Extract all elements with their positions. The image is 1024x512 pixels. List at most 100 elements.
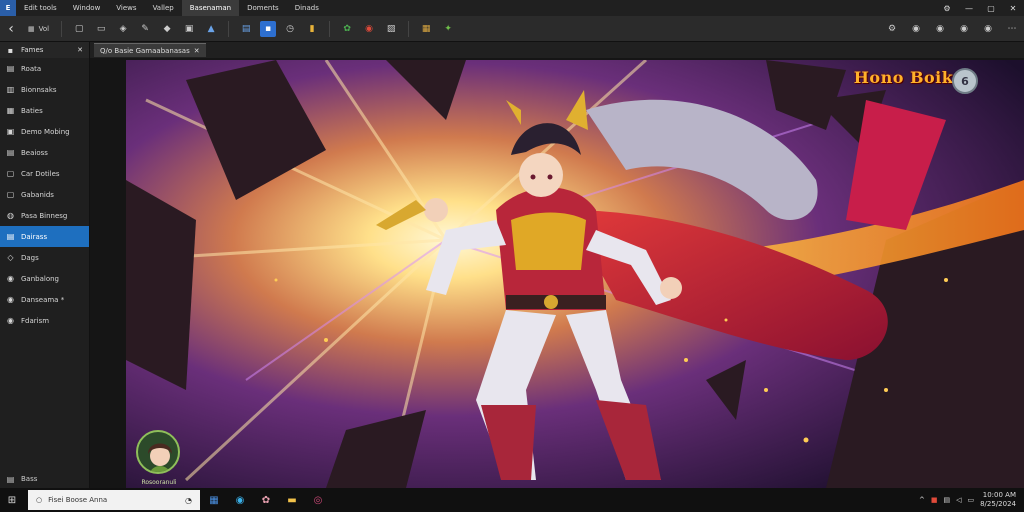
sidebar-item-label: Roata bbox=[21, 64, 42, 73]
sync-icon[interactable]: ◉ bbox=[930, 21, 950, 37]
sidebar-item-bionnsaks[interactable]: ▥ Bionnsaks bbox=[0, 79, 89, 100]
account-icon[interactable]: ◉ bbox=[978, 21, 998, 37]
frame-icon[interactable]: ▭ bbox=[93, 21, 109, 37]
plugin-icon[interactable]: ✦ bbox=[440, 21, 456, 37]
toolbar-divider bbox=[61, 20, 63, 37]
document-area: Q/o Basie Gamaabanasas ✕ Hono Boike 6 Ro… bbox=[90, 42, 1024, 488]
settings-icon[interactable]: ⚙ bbox=[882, 21, 902, 37]
media-icon: ▣ bbox=[6, 127, 15, 136]
select-rect-icon[interactable]: ▢ bbox=[71, 21, 87, 37]
sidebar-item-label: Pasa Binnesg bbox=[21, 211, 68, 220]
image-icon[interactable]: ▨ bbox=[383, 21, 399, 37]
layers-icon[interactable]: ▣ bbox=[181, 21, 197, 37]
close-icon[interactable]: ✕ bbox=[77, 46, 83, 54]
address-field[interactable]: ▦ Vol bbox=[22, 20, 55, 38]
menu-window[interactable]: Window bbox=[65, 0, 109, 16]
sidebar-item-roata[interactable]: ▤ Roata bbox=[0, 58, 89, 79]
windows-start-icon[interactable]: ⊞ bbox=[0, 488, 24, 512]
palette-icon[interactable]: ✿ bbox=[339, 21, 355, 37]
sidebar-item-ganbalong[interactable]: ◉ Ganbalong bbox=[0, 268, 89, 289]
grid-icon: ▦ bbox=[28, 24, 35, 33]
game-logo-text: Hono Boike bbox=[853, 68, 964, 87]
document-icon[interactable]: ▤ bbox=[238, 21, 254, 37]
lasso-icon[interactable]: ◈ bbox=[115, 21, 131, 37]
user-icon[interactable]: ◉ bbox=[906, 21, 926, 37]
image-canvas[interactable]: Hono Boike 6 Rosooranuli bbox=[126, 60, 1024, 488]
eraser-icon[interactable]: ◆ bbox=[159, 21, 175, 37]
sidebar-item-baties[interactable]: ▦ Baties bbox=[0, 100, 89, 121]
menu-vallep[interactable]: Vallep bbox=[145, 0, 182, 16]
sidebar: ▪ Fames ✕ ▤ Roata ▥ Bionnsaks ▦ Baties ▣ Demo M… bbox=[0, 42, 90, 488]
address-text: Vol bbox=[38, 24, 50, 33]
sidebar-item-dairass[interactable]: ▤ Dairass bbox=[0, 226, 89, 247]
app-logo-icon[interactable]: E bbox=[0, 0, 16, 16]
network-icon[interactable]: ▤ bbox=[943, 496, 950, 504]
globe-icon: ◉ bbox=[7, 274, 14, 283]
sidebar-item-car-dotiles[interactable]: ▢ Car Dotiles bbox=[0, 163, 89, 184]
settings-icon[interactable]: ⚙ bbox=[936, 0, 958, 16]
taskbar-search[interactable]: ○ Fisei Boose Anna ◔ bbox=[28, 490, 200, 510]
file-icon: ▢ bbox=[6, 190, 15, 199]
search-placeholder: Fisei Boose Anna bbox=[48, 496, 108, 504]
app-icon[interactable]: ◎ bbox=[306, 488, 330, 512]
panel-icon: ▪ bbox=[7, 45, 14, 55]
chevron-up-icon[interactable]: ^ bbox=[919, 496, 925, 504]
sidebar-item-pasa-binnesg[interactable]: ◍ Pasa Binnesg bbox=[0, 205, 89, 226]
sidebar-item-label: Beaioss bbox=[21, 148, 48, 157]
tag-icon: ◇ bbox=[7, 253, 14, 262]
minimize-button[interactable]: — bbox=[958, 0, 980, 16]
fill-icon[interactable]: ▲ bbox=[203, 21, 219, 37]
brush-icon[interactable]: ✎ bbox=[137, 21, 153, 37]
sidebar-item-fdarism[interactable]: ◉ Fdarism bbox=[0, 310, 89, 331]
battery-icon[interactable]: ▭ bbox=[967, 496, 974, 504]
task-view-icon[interactable]: ▦ bbox=[202, 488, 226, 512]
gallery-icon[interactable]: ▦ bbox=[418, 21, 434, 37]
target-icon[interactable]: ◉ bbox=[361, 21, 377, 37]
blue-app-icon[interactable]: ▪ bbox=[260, 20, 277, 37]
sidebar-item-beaioss[interactable]: ▤ Beaioss bbox=[0, 142, 89, 163]
page-icon: ▦ bbox=[6, 106, 15, 115]
store-icon[interactable]: ✿ bbox=[254, 488, 278, 512]
sidebar-title: Fames bbox=[21, 46, 44, 54]
more-icon[interactable]: ⋯ bbox=[1002, 21, 1022, 37]
clock-icon[interactable]: ◷ bbox=[282, 21, 298, 37]
file-explorer-icon[interactable]: ▬ bbox=[280, 488, 304, 512]
security-icon[interactable]: ■ bbox=[931, 496, 938, 504]
volume-icon[interactable]: ◁ bbox=[956, 496, 961, 504]
menu-edit-tools[interactable]: Edit tools bbox=[16, 0, 65, 16]
document-tab[interactable]: Q/o Basie Gamaabanasas ✕ bbox=[94, 43, 206, 57]
sidebar-item-label: Dairass bbox=[21, 232, 48, 241]
sidebar-item-gabanids[interactable]: ▢ Gabanids bbox=[0, 184, 89, 205]
menu-basenaman[interactable]: Basenaman bbox=[181, 0, 240, 16]
share-icon[interactable]: ◉ bbox=[954, 21, 974, 37]
sidebar-item-label: Bionnsaks bbox=[21, 85, 57, 94]
sidebar-item-dags[interactable]: ◇ Dags bbox=[0, 247, 89, 268]
menu-bar: Edit tools Window Views Vallep Basenaman… bbox=[16, 0, 327, 16]
gear-icon: ◍ bbox=[7, 211, 14, 220]
sidebar-item-label: Dags bbox=[21, 253, 39, 262]
logo-badge: 6 bbox=[952, 68, 978, 94]
sidebar-item-label: Ganbalong bbox=[21, 274, 59, 283]
close-button[interactable]: ✕ bbox=[1002, 0, 1024, 16]
back-arrow-icon[interactable]: ‹ bbox=[0, 16, 22, 42]
sidebar-footer[interactable]: ▤ Bass bbox=[0, 470, 90, 488]
clock-time: 10:00 AM bbox=[982, 491, 1016, 499]
close-icon[interactable]: ✕ bbox=[194, 47, 200, 55]
maximize-button[interactable]: ▢ bbox=[980, 0, 1002, 16]
edge-browser-icon[interactable]: ◉ bbox=[228, 488, 252, 512]
microphone-icon[interactable]: ◔ bbox=[185, 496, 192, 505]
sidebar-footer-label: Bass bbox=[21, 475, 38, 483]
page-icon: ▤ bbox=[6, 232, 15, 241]
sidebar-item-demo-mobing[interactable]: ▣ Demo Mobing bbox=[0, 121, 89, 142]
clock[interactable]: 10:00 AM 8/25/2024 bbox=[980, 491, 1016, 509]
book-icon: ▥ bbox=[6, 85, 15, 94]
menu-doments[interactable]: Doments bbox=[239, 0, 287, 16]
avatar-caption: Rosooranuli bbox=[141, 479, 177, 486]
menu-dinads[interactable]: Dinads bbox=[287, 0, 327, 16]
toolbar-divider bbox=[329, 20, 331, 37]
menu-views[interactable]: Views bbox=[108, 0, 144, 16]
folder-icon: ▤ bbox=[6, 474, 15, 484]
sidebar-item-danseama[interactable]: ◉ Danseama * bbox=[0, 289, 89, 310]
sidebar-item-label: Gabanids bbox=[21, 190, 54, 199]
note-icon[interactable]: ▮ bbox=[304, 21, 320, 37]
